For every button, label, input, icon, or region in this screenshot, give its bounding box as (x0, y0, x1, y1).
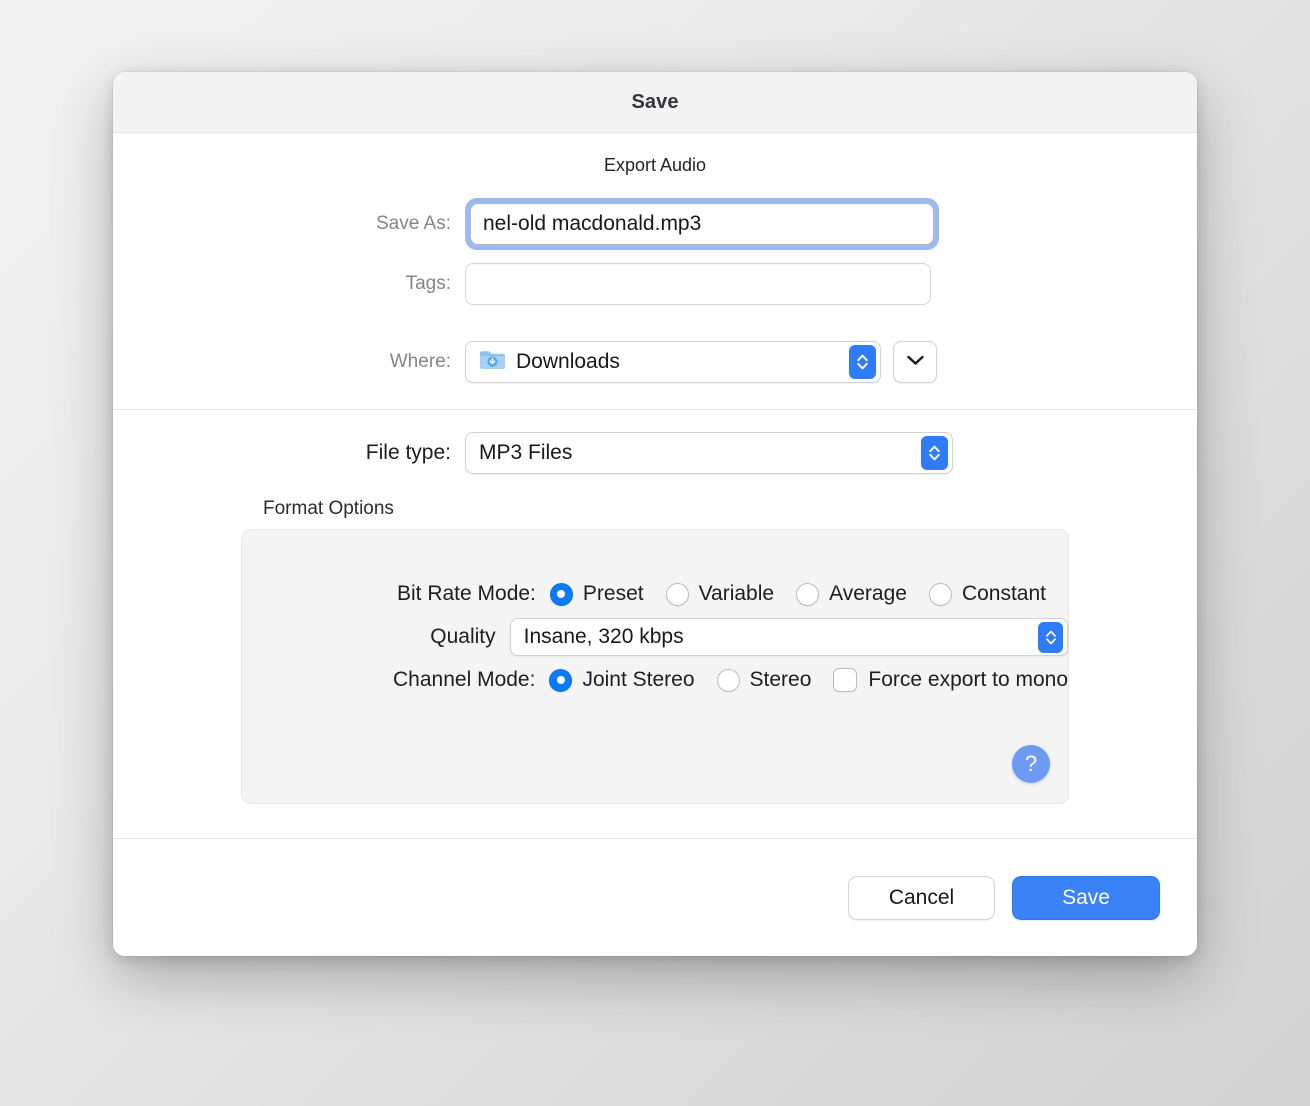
bit-rate-mode-option-preset[interactable]: Preset (549, 582, 644, 606)
downloads-folder-icon (479, 349, 506, 376)
bit-rate-mode-average-label: Average (829, 582, 907, 605)
tags-label: Tags: (405, 273, 451, 294)
quality-value: Insane, 320 kbps (523, 625, 684, 648)
file-type-row: File type: MP3 Files (113, 432, 1197, 474)
bit-rate-mode-option-average[interactable]: Average (796, 582, 907, 606)
tags-row: Tags: (113, 263, 1197, 305)
bit-rate-mode-option-constant[interactable]: Constant (928, 582, 1046, 606)
where-row: Where: Downloads (113, 341, 1197, 383)
radio-icon-preset[interactable] (549, 582, 573, 606)
quality-popup-button[interactable]: Insane, 320 kbps (509, 618, 1068, 656)
where-popup-button[interactable]: Downloads (465, 341, 881, 383)
channel-mode-joint-stereo-label: Joint Stereo (582, 668, 695, 691)
channel-mode-row: Channel Mode: Joint Stereo Stereo Force … (242, 668, 1068, 692)
dialog-title: Save (631, 90, 679, 113)
file-type-value: MP3 Files (479, 441, 573, 464)
quality-row: Quality Insane, 320 kbps (242, 618, 1068, 656)
quality-label: Quality (430, 625, 496, 648)
bit-rate-mode-label: Bit Rate Mode: (396, 582, 536, 605)
force-mono-checkbox-item[interactable]: Force export to mono (833, 668, 1068, 692)
file-type-popup-button[interactable]: MP3 Files (465, 432, 953, 474)
force-mono-label: Force export to mono (868, 668, 1068, 691)
chevron-down-icon (906, 353, 925, 371)
save-as-input[interactable]: nel-old macdonald.mp3 (470, 203, 934, 245)
dialog-action-bar: Cancel Save (113, 838, 1197, 956)
bit-rate-mode-preset-label: Preset (582, 582, 644, 605)
radio-icon-variable[interactable] (665, 582, 689, 606)
radio-icon-joint-stereo[interactable] (549, 668, 573, 692)
bit-rate-mode-variable-label: Variable (698, 582, 775, 605)
format-section: File type: MP3 Files Format Options Bit … (113, 410, 1197, 838)
format-options-panel: Bit Rate Mode: Preset Variable Average C… (241, 529, 1069, 804)
channel-mode-option-stereo[interactable]: Stereo (716, 668, 812, 692)
quality-stepper-icon[interactable] (1038, 621, 1063, 653)
bit-rate-mode-constant-label: Constant (961, 582, 1046, 605)
dialog-titlebar: Save (113, 72, 1197, 133)
where-label: Where: (389, 351, 451, 372)
save-as-focus-ring: nel-old macdonald.mp3 (465, 198, 939, 250)
format-options-group-title: Format Options (263, 498, 394, 519)
where-value: Downloads (516, 350, 620, 373)
bit-rate-mode-option-variable[interactable]: Variable (665, 582, 775, 606)
cancel-button[interactable]: Cancel (848, 875, 995, 920)
radio-icon-constant[interactable] (928, 582, 952, 606)
channel-mode-label: Channel Mode: (393, 668, 536, 691)
save-location-section: Export Audio Save As: nel-old macdonald.… (113, 133, 1197, 410)
bit-rate-mode-row: Bit Rate Mode: Preset Variable Average C… (242, 582, 1068, 606)
save-as-row: Save As: nel-old macdonald.mp3 (113, 198, 1197, 250)
checkbox-icon-force-mono[interactable] (833, 668, 858, 692)
tags-input[interactable] (465, 263, 931, 305)
radio-icon-average[interactable] (796, 582, 820, 606)
expand-browser-button[interactable] (893, 341, 937, 383)
question-mark-icon[interactable]: ? (1012, 745, 1050, 783)
channel-mode-option-joint-stereo[interactable]: Joint Stereo (549, 668, 695, 692)
export-audio-heading: Export Audio (603, 155, 707, 175)
save-dialog: Save Export Audio Save As: nel-old macdo… (113, 72, 1197, 956)
channel-mode-stereo-label: Stereo (749, 668, 812, 691)
radio-icon-stereo[interactable] (716, 668, 740, 692)
save-as-label: Save As: (376, 213, 451, 234)
file-type-label: File type: (365, 441, 451, 464)
save-button[interactable]: Save (1012, 875, 1160, 920)
file-type-stepper-icon[interactable] (921, 436, 948, 470)
where-stepper-icon[interactable] (849, 345, 876, 379)
